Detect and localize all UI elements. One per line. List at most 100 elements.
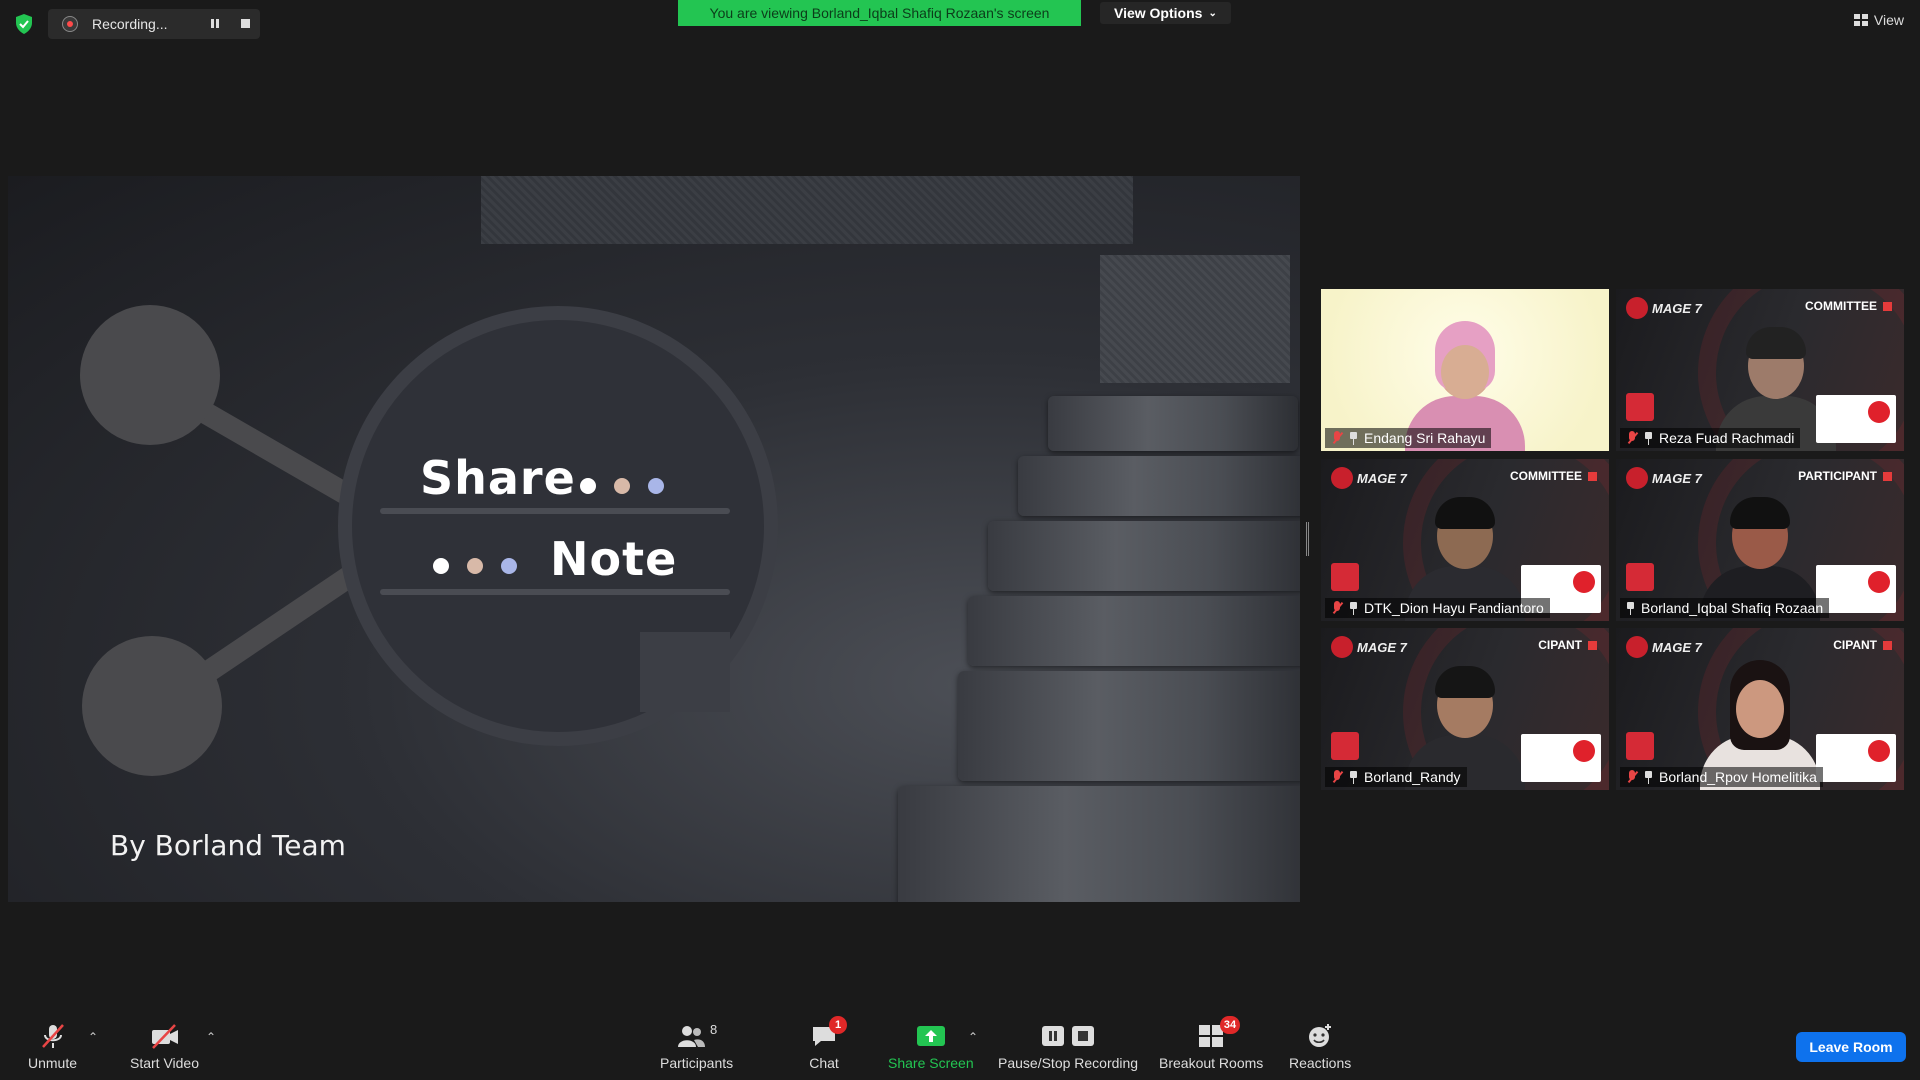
- participants-icon: 8: [667, 1022, 727, 1050]
- video-tile[interactable]: MAGE 7 CIPANT Borland_Randy: [1321, 628, 1609, 790]
- slide-title-share: Share: [420, 451, 576, 505]
- participants-button[interactable]: 8 Participants: [660, 1022, 733, 1071]
- brand-text: MAGE 7: [1652, 639, 1702, 655]
- pin-icon: [1349, 431, 1358, 445]
- view-label: View: [1873, 12, 1904, 28]
- viewing-screen-banner: You are viewing Borland_Iqbal Shafiq Roz…: [678, 0, 1081, 26]
- participants-label: Participants: [660, 1055, 734, 1071]
- mage-logo-icon: [1626, 636, 1648, 658]
- zoom-window: Recording... You are viewing Borland_Iqb…: [0, 0, 1920, 1080]
- slide-placeholder-box: [1100, 255, 1290, 383]
- share-node-circle: [82, 636, 222, 776]
- mage-logo-icon: [1331, 467, 1353, 489]
- mic-muted-icon: [36, 1022, 70, 1050]
- event-badge-icon: [1331, 563, 1359, 591]
- sponsor-logo: [1521, 734, 1601, 782]
- share-options-caret-icon[interactable]: ⌃: [968, 1030, 980, 1044]
- chevron-down-icon: ⌄: [1208, 7, 1217, 19]
- audio-options-caret-icon[interactable]: ⌃: [88, 1030, 100, 1044]
- stop-recording-icon[interactable]: [239, 17, 253, 31]
- mage-logo-icon: [1626, 467, 1648, 489]
- video-tile-active-speaker[interactable]: MAGE 7 PARTICIPANT Borland_Iqbal Shafiq …: [1616, 459, 1904, 621]
- dot-icon: [433, 558, 449, 574]
- start-video-button[interactable]: Start Video: [130, 1022, 199, 1071]
- leave-room-button[interactable]: Leave Room: [1796, 1032, 1906, 1062]
- reactions-button[interactable]: Reactions: [1289, 1022, 1351, 1071]
- breakout-rooms-icon: 34: [1186, 1016, 1241, 1050]
- share-screen-button[interactable]: Share Screen: [888, 1022, 974, 1071]
- participant-name-tag: Reza Fuad Rachmadi: [1620, 428, 1801, 448]
- event-badge-icon: [1626, 732, 1654, 760]
- unmute-button[interactable]: Unmute: [28, 1022, 77, 1071]
- slide-placeholder-banner: [481, 176, 1133, 244]
- video-off-icon: [148, 1022, 182, 1050]
- participant-name: Borland_Randy: [1364, 769, 1461, 785]
- participant-name: Reza Fuad Rachmadi: [1659, 430, 1795, 446]
- start-video-label: Start Video: [130, 1055, 200, 1071]
- unmute-label: Unmute: [28, 1055, 78, 1071]
- view-options-dropdown[interactable]: View Options ⌄: [1100, 2, 1231, 24]
- chat-unread-badge: 1: [829, 1016, 847, 1034]
- mic-muted-icon: [1331, 601, 1343, 615]
- video-options-caret-icon[interactable]: ⌃: [206, 1030, 218, 1044]
- role-label: CIPANT: [1538, 638, 1597, 652]
- breakout-rooms-badge: 34: [1219, 1016, 1241, 1034]
- brand-logo: MAGE 7: [1331, 636, 1407, 658]
- grid-view-icon: [1853, 14, 1868, 26]
- view-options-label: View Options: [1114, 5, 1203, 21]
- chat-icon: 1: [807, 1016, 847, 1050]
- recording-label: Recording...: [92, 16, 168, 32]
- video-tile[interactable]: MAGE 7 CIPANT Borland_Rpov Homelitika: [1616, 628, 1904, 790]
- participant-name: DTK_Dion Hayu Fandiantoro: [1364, 600, 1544, 616]
- slide-decoration: [640, 632, 730, 712]
- pause-stop-recording-icon: [1038, 1022, 1098, 1050]
- title-underline: [380, 589, 730, 595]
- pin-icon: [1626, 601, 1635, 615]
- video-tile[interactable]: MAGE 7 COMMITTEE DTK_Dion Hayu Fandianto…: [1321, 459, 1609, 621]
- brand-logo: MAGE 7: [1626, 636, 1702, 658]
- pause-stop-recording-label: Pause/Stop Recording: [998, 1055, 1139, 1071]
- brand-logo: MAGE 7: [1331, 467, 1407, 489]
- share-screen-icon: [914, 1022, 948, 1050]
- slide-byline: By Borland Team: [110, 829, 346, 862]
- dots-decoration: [580, 478, 664, 494]
- role-label: CIPANT: [1833, 638, 1892, 652]
- dot-icon: [580, 478, 596, 494]
- video-tile[interactable]: Endang Sri Rahayu: [1321, 289, 1609, 451]
- event-badge-icon: [1626, 563, 1654, 591]
- recording-dot-icon: [62, 16, 78, 32]
- participant-name: Borland_Iqbal Shafiq Rozaan: [1641, 600, 1824, 616]
- dot-icon: [614, 478, 630, 494]
- title-underline: [380, 508, 730, 514]
- breakout-rooms-button[interactable]: 34 Breakout Rooms: [1159, 1016, 1263, 1071]
- reactions-label: Reactions: [1289, 1055, 1352, 1071]
- security-shield-icon[interactable]: [14, 13, 34, 35]
- panel-resize-handle[interactable]: [1306, 522, 1309, 556]
- mage-logo-icon: [1331, 636, 1353, 658]
- dots-decoration: [433, 558, 517, 574]
- slide-title-note: Note: [550, 532, 678, 586]
- brand-text: MAGE 7: [1652, 470, 1702, 486]
- brand-logo: MAGE 7: [1626, 467, 1702, 489]
- dot-icon: [467, 558, 483, 574]
- meeting-toolbar: Unmute ⌃ Start Video ⌃ 8 Participants 1 …: [0, 1008, 1920, 1080]
- chat-button[interactable]: 1 Chat: [807, 1016, 847, 1071]
- participant-name-tag: DTK_Dion Hayu Fandiantoro: [1325, 598, 1550, 618]
- reactions-smiley-icon: [1303, 1022, 1337, 1050]
- view-button[interactable]: View: [1853, 12, 1904, 28]
- mic-muted-icon: [1626, 770, 1638, 784]
- mage-logo-icon: [1626, 297, 1648, 319]
- sponsor-logo: [1816, 395, 1896, 443]
- participant-name-tag: Endang Sri Rahayu: [1325, 428, 1492, 448]
- sponsor-logo: [1816, 734, 1896, 782]
- participant-name: Endang Sri Rahayu: [1364, 430, 1486, 446]
- event-badge-icon: [1626, 393, 1654, 421]
- brand-text: MAGE 7: [1357, 470, 1407, 486]
- video-tile[interactable]: MAGE 7 COMMITTEE Reza Fuad Rachmadi: [1616, 289, 1904, 451]
- pause-stop-recording-button[interactable]: Pause/Stop Recording: [998, 1022, 1138, 1071]
- mic-muted-icon: [1626, 431, 1638, 445]
- pause-recording-icon[interactable]: [208, 17, 222, 31]
- brand-text: MAGE 7: [1652, 300, 1702, 316]
- event-badge-icon: [1331, 732, 1359, 760]
- books-image: [898, 376, 1300, 902]
